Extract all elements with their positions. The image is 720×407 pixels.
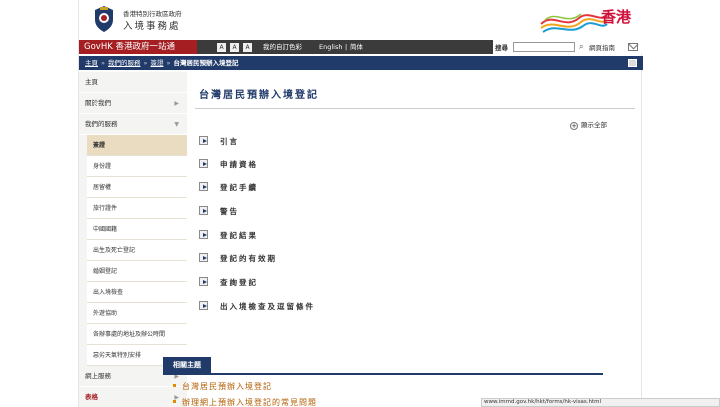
govhk-toolbar: GovHK 香港政府一站通 A A A 我的自訂色彩 English | 简体 …	[79, 40, 643, 54]
font-size-small-button[interactable]: A	[217, 43, 226, 52]
page-title: 台灣居民預辦入境登記	[199, 90, 319, 101]
brand-ribbon-icon	[540, 13, 608, 33]
accordion-label: 申請資格	[220, 160, 258, 169]
expand-all-label: 顯示全部	[581, 121, 607, 129]
title-divider	[195, 108, 635, 109]
breadcrumb-separator: »	[101, 59, 105, 67]
expand-arrow-icon	[199, 182, 208, 191]
related-link-registration[interactable]: 台灣居民預辦入境登記	[173, 381, 272, 392]
page-frame: 香港特別行政區政府 入境事務處 香港 GovHK 香港政府一站通 A A A 我…	[78, 0, 643, 407]
breadcrumb: 主頁» 我們的服務» 簽證» 台灣居民預辦入境登記	[79, 56, 643, 70]
accordion-label: 登記手續	[220, 183, 258, 192]
site-header: 香港特別行政區政府 入境事務處 香港	[79, 0, 643, 40]
accordion-enquiry[interactable]: 查詢登記	[199, 275, 258, 291]
sidebar-item-label: 表格	[85, 393, 98, 401]
print-icon[interactable]	[628, 59, 637, 67]
font-size-medium-button[interactable]: A	[230, 43, 239, 52]
sidebar-item-label: 關於我們	[85, 99, 111, 107]
related-link-label: 辦理網上預辦入境登記的常見問題	[182, 398, 317, 407]
immd-emblem-icon[interactable]	[91, 4, 117, 34]
search-icon[interactable]: ⌕	[579, 42, 583, 52]
sidebar-subitem-id-card[interactable]: 身份證	[87, 156, 187, 177]
sidebar-subitem-right-of-abode[interactable]: 居留權	[87, 177, 187, 198]
accordion-validity[interactable]: 登記的有效期	[199, 251, 277, 267]
govhk-link[interactable]: GovHK 香港政府一站通	[79, 40, 197, 54]
sidebar-subitem-birth-death[interactable]: 出生及死亡登記	[87, 240, 187, 261]
status-bar-url: www.immd.gov.hk/hkt/forms/hk-visas.html	[481, 398, 720, 407]
font-size-large-button[interactable]: A	[243, 43, 252, 52]
sidebar-item-label: 網上服務	[85, 372, 111, 380]
sidebar-subitem-visas[interactable]: 簽證	[87, 135, 187, 156]
lang-simplified-link[interactable]: 简体	[350, 40, 363, 54]
expand-arrow-icon	[199, 301, 208, 310]
accordion-procedure[interactable]: 登記手續	[199, 180, 258, 196]
sitemap-link[interactable]: 網頁指南	[589, 42, 615, 52]
sidebar-subitem-marriage[interactable]: 婚姻登記	[87, 261, 187, 282]
accordion-clearance[interactable]: 出入境檢查及逗留條件	[199, 299, 315, 315]
lang-english-link[interactable]: English	[319, 40, 342, 54]
related-topics-divider	[163, 373, 603, 375]
search-label: 搜尋	[495, 44, 508, 52]
search-area: 搜尋 ⌕ 網頁指南	[493, 40, 643, 54]
accordion-label: 登記的有效期	[220, 254, 277, 263]
page-background: 香港特別行政區政府 入境事務處 香港 GovHK 香港政府一站通 A A A 我…	[0, 0, 720, 407]
plus-circle-icon: +	[570, 122, 578, 130]
sidebar-item-about[interactable]: 關於我們 ▶	[79, 93, 187, 114]
custom-color-link[interactable]: 我的自訂色彩	[263, 40, 302, 54]
sidebar-subitem-offices[interactable]: 各辦事處的地址及辦公時間	[87, 324, 187, 345]
sidebar-item-label: 我們的服務	[85, 120, 118, 128]
sidebar-subitem-chinese-nationality[interactable]: 中國國籍	[87, 219, 187, 240]
sidebar-item-services[interactable]: 我們的服務 ▼	[79, 114, 187, 135]
expand-arrow-icon	[199, 159, 208, 168]
accordion-label: 查詢登記	[220, 278, 258, 287]
sidebar-subitem-travel-documents[interactable]: 旅行證件	[87, 198, 187, 219]
accordion-introduction[interactable]: 引言	[199, 134, 239, 150]
breadcrumb-visas[interactable]: 簽證	[150, 59, 163, 67]
breadcrumb-current: 台灣居民預辦入境登記	[173, 59, 239, 67]
department-name-line2: 入境事務處	[123, 21, 181, 32]
accordion-label: 引言	[220, 137, 239, 146]
breadcrumb-home[interactable]: 主頁	[85, 59, 98, 67]
department-name-line1: 香港特別行政區政府	[123, 10, 182, 18]
accordion-label: 登記結果	[220, 231, 258, 240]
related-link-label: 台灣居民預辦入境登記	[182, 382, 272, 391]
sidebar-subitem-immigration-clearance[interactable]: 出入境檢查	[87, 282, 187, 303]
search-input[interactable]	[513, 42, 575, 52]
expand-arrow-icon	[199, 206, 208, 215]
related-topics-tab: 相關主題	[163, 357, 211, 373]
breadcrumb-services[interactable]: 我們的服務	[108, 59, 141, 67]
accordion-eligibility[interactable]: 申請資格	[199, 157, 258, 173]
expand-all-button[interactable]: + 顯示全部	[570, 119, 607, 130]
main-content: 台灣居民預辦入境登記 + 顯示全部 引言 申請資格 登記手續 警告 登記結果 登記…	[195, 78, 635, 407]
brand-text: 香港	[600, 8, 631, 26]
mail-icon[interactable]	[628, 43, 638, 51]
sidebar-item-home[interactable]: 主頁	[79, 72, 187, 93]
chevron-right-icon: ▶	[174, 100, 179, 107]
related-link-faq[interactable]: 辦理網上預辦入境登記的常見問題	[173, 397, 317, 407]
bullet-icon	[173, 384, 176, 387]
expand-arrow-icon	[199, 136, 208, 145]
lang-divider: |	[345, 43, 348, 51]
brand-hk-logo[interactable]: 香港	[539, 4, 639, 34]
sidebar-subitem-assistance[interactable]: 外遊協助	[87, 303, 187, 324]
expand-arrow-icon	[199, 253, 208, 262]
chevron-down-icon: ▼	[174, 121, 179, 128]
accordion-label: 出入境檢查及逗留條件	[220, 302, 315, 311]
breadcrumb-separator: »	[166, 59, 171, 67]
accessibility-bar: A A A 我的自訂色彩 English | 简体	[197, 40, 493, 54]
sidebar-item-label: 主頁	[85, 78, 98, 86]
bullet-icon	[173, 400, 176, 403]
breadcrumb-separator: »	[143, 59, 148, 67]
accordion-label: 警告	[220, 207, 239, 216]
expand-arrow-icon	[199, 277, 208, 286]
accordion-warning[interactable]: 警告	[199, 204, 239, 220]
sidebar-item-forms[interactable]: 表格 ▶	[79, 387, 187, 407]
accordion-result[interactable]: 登記結果	[199, 228, 258, 244]
expand-arrow-icon	[199, 230, 208, 239]
